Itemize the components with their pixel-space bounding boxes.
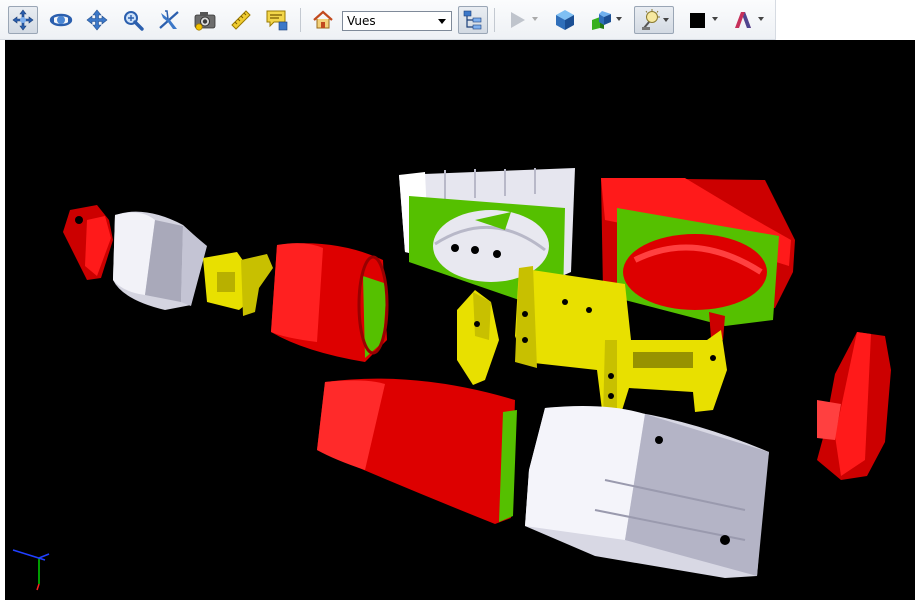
navigate-button[interactable] — [8, 6, 38, 34]
toolbar: Vues — [0, 0, 776, 40]
lighting-icon — [642, 9, 660, 30]
fly-icon — [159, 10, 179, 29]
axis-triad — [12, 549, 50, 591]
camera-button[interactable] — [190, 6, 220, 34]
chevron-down-icon — [532, 17, 538, 21]
measure-icon — [231, 10, 251, 30]
play-button[interactable] — [502, 6, 542, 34]
render-mode-button[interactable] — [586, 6, 626, 34]
cube-icon — [556, 10, 574, 30]
views-dropdown-value: Vues — [347, 14, 376, 28]
measure-button[interactable] — [226, 6, 256, 34]
red-cone-part — [317, 378, 517, 524]
fly-button[interactable] — [154, 6, 184, 34]
chevron-down-icon — [616, 17, 622, 21]
white-nozzle-part — [525, 406, 769, 578]
background-color-icon — [690, 13, 705, 28]
views-dropdown[interactable]: Vues — [342, 11, 452, 31]
pan-icon — [86, 9, 108, 31]
rotate-button[interactable] — [46, 6, 76, 34]
3d-viewport[interactable] — [5, 40, 915, 600]
home-icon — [313, 10, 333, 29]
camera-icon — [194, 12, 216, 31]
comment-button[interactable] — [262, 6, 292, 34]
yellow-bracket-part — [457, 290, 499, 385]
render-mode-icon — [592, 11, 611, 30]
home-button[interactable] — [308, 6, 338, 34]
background-color-button[interactable] — [682, 6, 722, 34]
zoom-icon — [124, 11, 144, 31]
yellow-gear-part — [203, 252, 273, 316]
chevron-down-icon — [663, 18, 669, 22]
shading-icon — [735, 12, 751, 28]
3d-model-scene — [12, 168, 891, 591]
chevron-down-icon — [758, 17, 764, 21]
red-cylinder-part — [271, 243, 389, 362]
tree-button[interactable] — [458, 6, 488, 34]
cube-button[interactable] — [550, 6, 580, 34]
red-nozzle-cap — [63, 205, 113, 280]
rotate-icon — [49, 13, 73, 27]
zoom-button[interactable] — [118, 6, 148, 34]
shading-button[interactable] — [728, 6, 768, 34]
chevron-down-icon — [438, 19, 446, 24]
red-housing-part — [601, 178, 795, 340]
chevron-down-icon — [712, 17, 718, 21]
comment-icon — [266, 10, 288, 31]
red-end-cap-part — [817, 332, 891, 480]
tree-icon — [463, 10, 482, 30]
white-ring-part — [113, 211, 207, 310]
play-icon — [511, 12, 525, 28]
lighting-button[interactable] — [634, 6, 674, 34]
pan-button[interactable] — [82, 6, 112, 34]
navigate-icon — [12, 9, 34, 31]
